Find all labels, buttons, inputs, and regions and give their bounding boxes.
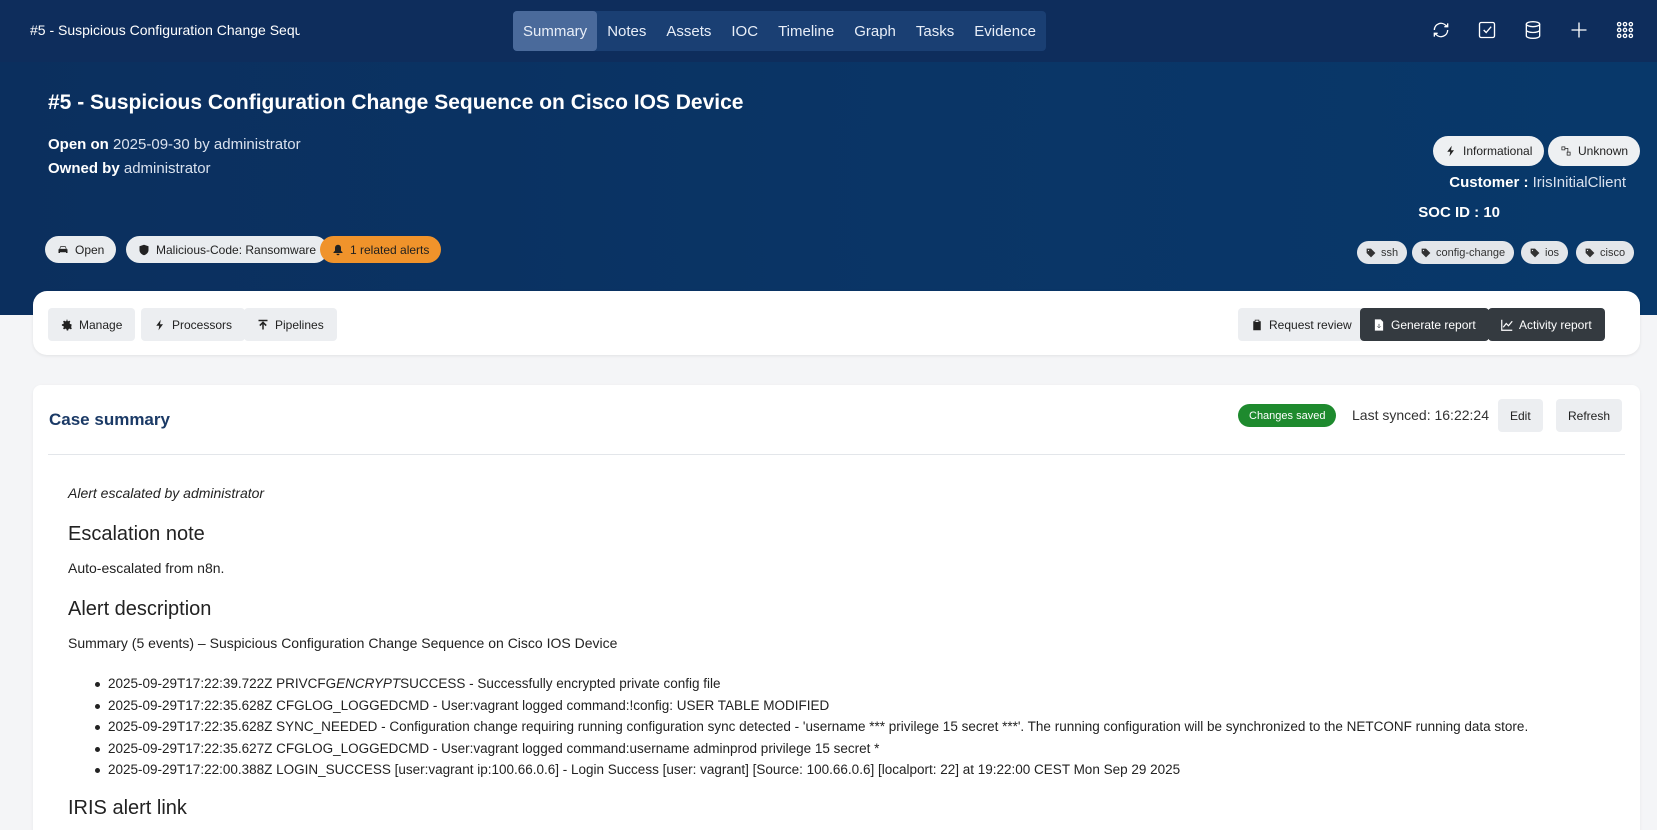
shield-icon	[139, 244, 149, 255]
grid-icon[interactable]	[1615, 20, 1635, 40]
case-summary-title: Case summary	[49, 410, 170, 429]
last-synced-text: Last synced: 16:22:24	[1352, 407, 1489, 423]
customer-label: Customer :	[1449, 174, 1529, 191]
checkbox-icon[interactable]	[1477, 20, 1497, 40]
classification-pill-label: Malicious-Code: Ransomware	[156, 242, 317, 257]
sync-icon[interactable]	[1431, 20, 1451, 40]
card-divider	[48, 454, 1625, 455]
owned-by-value: administrator	[123, 160, 211, 177]
escalation-text: Auto-escalated from n8n.	[68, 560, 225, 576]
case-summary-card: Case summary Changes saved Last synced: …	[33, 385, 1640, 830]
navbar-case-title: #5 - Suspicious Configuration Change Seq…	[30, 22, 300, 38]
classification-pill[interactable]: Malicious-Code: Ransomware	[126, 236, 329, 263]
network-icon	[1561, 146, 1571, 156]
pipelines-label: Pipelines	[275, 317, 324, 332]
related-alerts-label: 1 related alerts	[350, 242, 430, 257]
database-icon[interactable]	[1523, 20, 1543, 40]
activity-report-label: Activity report	[1519, 317, 1592, 332]
alert-description-heading: Alert description	[68, 598, 212, 620]
car-icon	[58, 245, 68, 253]
gear-icon	[61, 318, 72, 331]
tab-graph[interactable]: Graph	[844, 11, 906, 51]
manage-button[interactable]: Manage	[48, 308, 136, 341]
tag-ssh[interactable]: ssh	[1357, 241, 1408, 264]
open-on-value: 2025-09-30 by administrator	[113, 136, 301, 153]
bolt-icon	[1447, 145, 1454, 157]
list-item: 2025-09-29T17:22:35.627Z CFGLOG_LOGGEDCM…	[68, 738, 1528, 760]
navbar-icons	[1431, 20, 1635, 40]
bolt-icon	[156, 319, 163, 330]
customer-value: IrisInitialClient	[1532, 174, 1626, 191]
tag-label: ssh	[1381, 246, 1399, 259]
outcome-pill[interactable]: Unknown	[1548, 136, 1641, 166]
file-download-icon	[1374, 318, 1384, 331]
escalation-heading: Escalation note	[68, 523, 205, 545]
activity-report-button[interactable]: Activity report	[1488, 308, 1605, 341]
tag-icon	[1530, 248, 1540, 257]
case-owner-info: Owned by administrator	[48, 160, 211, 177]
case-open-info: Open on 2025-09-30 by administrator	[48, 136, 301, 153]
processors-button[interactable]: Processors	[141, 308, 246, 341]
tab-tasks[interactable]: Tasks	[906, 11, 964, 51]
severity-label: Informational	[1463, 144, 1533, 158]
list-item: 2025-09-29T17:22:35.628Z SYNC_NEEDED - C…	[68, 716, 1528, 738]
tab-timeline[interactable]: Timeline	[768, 11, 844, 51]
tag-icon	[1585, 248, 1595, 257]
status-pill-label: Open	[75, 242, 105, 257]
tag-cisco[interactable]: cisco	[1576, 241, 1635, 264]
soc-id-label: SOC ID :	[1418, 204, 1480, 221]
status-pill[interactable]: Open	[45, 236, 117, 263]
soc-id-info: SOC ID : 10	[1418, 204, 1500, 221]
customer-info: Customer : IrisInitialClient	[1449, 174, 1626, 191]
request-review-label: Request review	[1269, 317, 1352, 332]
tag-ios[interactable]: ios	[1521, 241, 1569, 264]
tag-icon	[1366, 248, 1376, 257]
upload-icon	[258, 319, 268, 329]
processors-label: Processors	[172, 317, 233, 332]
owned-by-label: Owned by	[48, 160, 120, 177]
list-item: 2025-09-29T17:22:35.628Z CFGLOG_LOGGEDCM…	[68, 695, 1528, 717]
case-header: #5 - Suspicious Configuration Change Seq…	[0, 62, 1657, 315]
generate-report-label: Generate report	[1391, 317, 1476, 332]
tag-label: cisco	[1600, 246, 1626, 259]
severity-pill[interactable]: Informational	[1433, 136, 1545, 166]
case-action-bar: Manage Processors Pipelines Request revi…	[33, 291, 1640, 355]
escalated-note: Alert escalated by administrator	[68, 485, 265, 501]
top-navbar: #5 - Suspicious Configuration Change Seq…	[0, 0, 1657, 62]
event-list: 2025-09-29T17:22:39.722Z PRIVCFGENCRYPTS…	[68, 673, 1528, 781]
tag-label: config-change	[1436, 246, 1506, 259]
tag-label: ios	[1545, 246, 1560, 259]
tab-assets[interactable]: Assets	[656, 11, 721, 51]
tab-evidence[interactable]: Evidence	[964, 11, 1046, 51]
changes-saved-badge: Changes saved	[1238, 404, 1337, 427]
outcome-label: Unknown	[1578, 144, 1629, 158]
manage-label: Manage	[79, 317, 123, 332]
generate-report-button[interactable]: Generate report	[1360, 308, 1489, 341]
chart-line-icon	[1501, 319, 1513, 331]
bell-icon	[333, 244, 343, 255]
related-alerts-pill[interactable]: 1 related alerts	[320, 236, 442, 263]
alert-description-intro: Summary (5 events) – Suspicious Configur…	[68, 635, 618, 651]
list-item: 2025-09-29T17:22:39.722Z PRIVCFGENCRYPTS…	[68, 673, 1528, 695]
case-tabs: Summary Notes Assets IOC Timeline Graph …	[513, 11, 1046, 51]
list-item: 2025-09-29T17:22:00.388Z LOGIN_SUCCESS […	[68, 759, 1528, 781]
request-review-button[interactable]: Request review	[1238, 308, 1365, 341]
plus-icon[interactable]	[1569, 20, 1589, 40]
refresh-button[interactable]: Refresh	[1556, 399, 1623, 432]
iris-alert-link-heading: IRIS alert link	[68, 797, 187, 819]
tag-config-change[interactable]: config-change	[1412, 241, 1515, 264]
edit-button[interactable]: Edit	[1498, 399, 1543, 432]
tab-notes[interactable]: Notes	[597, 11, 656, 51]
tab-ioc[interactable]: IOC	[721, 11, 768, 51]
tab-summary[interactable]: Summary	[513, 11, 598, 51]
tag-icon	[1421, 248, 1431, 257]
pipelines-button[interactable]: Pipelines	[244, 308, 337, 341]
soc-id-value: 10	[1483, 204, 1500, 221]
open-on-label: Open on	[48, 136, 109, 153]
clipboard-icon	[1253, 319, 1261, 330]
case-title: #5 - Suspicious Configuration Change Seq…	[48, 91, 744, 114]
